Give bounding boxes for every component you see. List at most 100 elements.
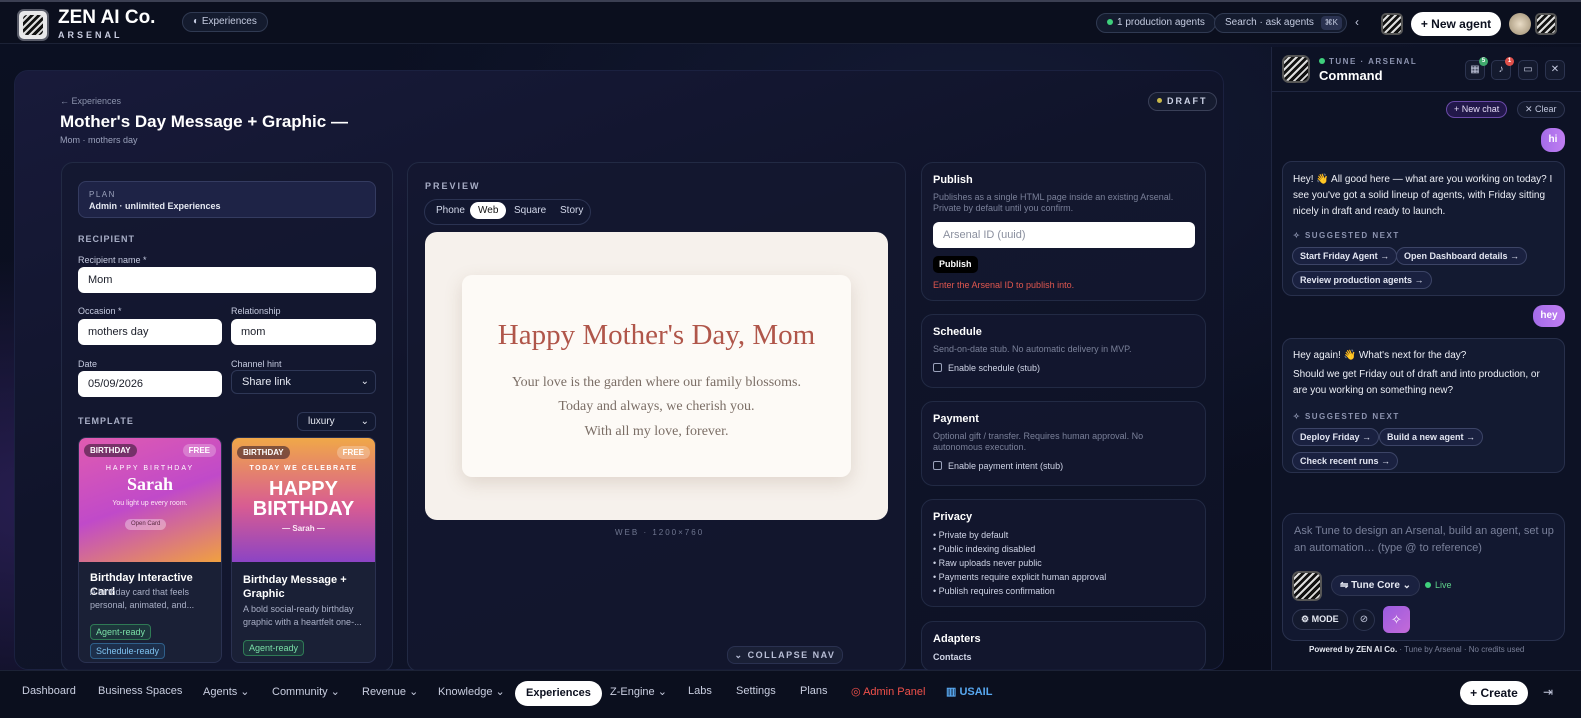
relationship-input[interactable]: mom	[231, 319, 376, 345]
back-link[interactable]: ← Experiences	[60, 96, 121, 106]
new-agent-button[interactable]: + New agent	[1411, 12, 1501, 36]
gear-icon: ⚙	[1301, 614, 1312, 624]
chat-input[interactable]: Ask Tune to design an Arsenal, build an …	[1294, 523, 1559, 557]
command-kicker: TUNE · ARSENAL	[1319, 57, 1417, 66]
plan-value: Admin · unlimited Experiences	[89, 201, 221, 211]
nav-admin-panel[interactable]: ◎ Admin Panel	[851, 685, 925, 698]
preview-label: PREVIEW	[425, 181, 481, 191]
plus-icon: +	[1420, 17, 1432, 31]
chevron-down-icon: ⌄	[1399, 580, 1412, 591]
page-subtitle: Mom · mothers day	[60, 135, 138, 145]
suggestion-start-friday[interactable]: Start Friday Agent →	[1292, 247, 1398, 265]
template-style-select[interactable]: luxury ⌄	[297, 412, 376, 431]
create-button[interactable]: + Create	[1460, 681, 1528, 705]
top-bar: ZEN AI Co. ARSENAL ◐ Experiences 1 produ…	[0, 0, 1581, 44]
channel-select[interactable]: Share link ⌄	[231, 370, 376, 394]
nav-usail[interactable]: ▥ USAIL	[946, 685, 992, 698]
date-input[interactable]: 05/09/2026	[78, 371, 222, 397]
chevron-down-icon: ⌄	[360, 416, 369, 427]
chevron-left-icon[interactable]: ‹	[1355, 15, 1359, 29]
tab-phone[interactable]: Phone	[436, 205, 465, 216]
search-shortcut: ⌘K	[1320, 16, 1342, 30]
send-button[interactable]: ✧	[1383, 606, 1410, 633]
nav-revenue[interactable]: Revenue ⌄	[362, 685, 418, 698]
close-icon: ✕	[1525, 104, 1536, 114]
arsenal-avatar[interactable]	[1535, 13, 1557, 35]
schedule-ready-chip: Schedule-ready	[90, 643, 166, 659]
suggestion-check-runs[interactable]: Check recent runs →	[1292, 452, 1399, 470]
channel-label: Channel hint	[231, 359, 282, 369]
template-thumbnail: BIRTHDAY FREE TODAY WE CELEBRATE HAPPY B…	[232, 438, 375, 562]
nav-knowledge[interactable]: Knowledge ⌄	[438, 685, 505, 698]
assistant-message-text: Hey! 👋 All good here — what are you work…	[1293, 174, 1553, 217]
plus-icon: +	[1470, 686, 1481, 700]
payment-checkbox[interactable]	[933, 461, 942, 470]
nav-experiences[interactable]: Experiences	[515, 681, 602, 706]
preview-line-3: With all my love, forever.	[584, 424, 729, 439]
attach-icon[interactable]: ⊘	[1353, 609, 1375, 631]
occasion-input[interactable]: mothers day	[78, 319, 222, 345]
live-indicator: Live	[1425, 580, 1452, 590]
command-header: TUNE · ARSENAL Command ▦ 5 ♪ 1 ▭ ✕	[1272, 47, 1581, 92]
nav-agents[interactable]: Agents ⌄	[203, 685, 250, 698]
status-dot-icon	[1107, 19, 1113, 25]
template-card-birthday-interactive[interactable]: BIRTHDAY FREE HAPPY BIRTHDAY Sarah You l…	[78, 437, 222, 663]
shield-icon: ◎	[851, 686, 864, 698]
close-icon[interactable]: ✕	[1545, 60, 1565, 80]
art-headline-1: HAPPY	[269, 478, 338, 500]
workspace-avatar[interactable]	[1381, 13, 1403, 35]
model-select[interactable]: ⇋ Tune Core ⌄	[1331, 575, 1421, 596]
agent-ready-chip: Agent-ready	[243, 640, 305, 656]
price-tag: FREE	[182, 444, 216, 457]
nav-business-spaces[interactable]: Business Spaces	[98, 685, 182, 697]
nav-labs[interactable]: Labs	[688, 685, 712, 697]
search-button[interactable]: Search · ask agents ⌘K	[1214, 13, 1347, 33]
assistant-message-text: Hey again! 👋 What's next for the day?	[1293, 350, 1467, 361]
art-headline-2: BIRTHDAY	[252, 498, 355, 520]
template-card-birthday-message[interactable]: BIRTHDAY FREE TODAY WE CELEBRATE HAPPY B…	[231, 437, 376, 663]
recipient-name-input[interactable]: Mom	[78, 267, 376, 293]
building-icon: ▥	[946, 686, 960, 698]
date-label: Date	[78, 359, 98, 369]
nav-plans[interactable]: Plans	[800, 685, 828, 697]
tab-web[interactable]: Web	[470, 202, 507, 219]
nav-settings[interactable]: Settings	[736, 685, 776, 697]
art-kicker: TODAY WE CELEBRATE	[249, 465, 358, 472]
nav-community[interactable]: Community ⌄	[272, 685, 340, 698]
publish-button[interactable]: Publish	[933, 256, 978, 273]
suggestion-deploy-friday[interactable]: Deploy Friday →	[1292, 428, 1380, 446]
tab-story[interactable]: Story	[560, 205, 583, 216]
payment-checkbox-label: Enable payment intent (stub)	[948, 461, 1064, 471]
window-icon[interactable]: ▭	[1518, 60, 1538, 80]
privacy-title: Privacy	[933, 511, 973, 523]
collapse-nav-button[interactable]: ⌄ COLLAPSE NAV	[727, 646, 843, 664]
publish-title: Publish	[933, 174, 973, 186]
production-agents-pill[interactable]: 1 production agents	[1096, 13, 1216, 33]
art-kicker: HAPPY BIRTHDAY	[105, 465, 195, 472]
user-avatar[interactable]	[1509, 13, 1531, 35]
nav-z-engine[interactable]: Z-Engine ⌄	[610, 685, 667, 698]
suggestion-open-dashboard[interactable]: Open Dashboard details →	[1396, 247, 1528, 265]
suggestion-build-agent[interactable]: Build a new agent →	[1379, 428, 1484, 446]
occasion-label: Occasion *	[78, 306, 122, 316]
schedule-desc: Send-on-date stub. No automatic delivery…	[933, 344, 1132, 354]
new-chat-button[interactable]: + New chat	[1446, 101, 1508, 118]
command-title: Command	[1319, 68, 1383, 83]
art-name: Sarah	[126, 474, 173, 494]
logout-icon[interactable]: ⇥	[1543, 685, 1553, 699]
tune-avatar	[1292, 571, 1322, 601]
schedule-checkbox[interactable]	[933, 363, 942, 372]
calendar-badge: 5	[1479, 57, 1488, 66]
sparkle-icon: ✧	[1391, 612, 1402, 627]
privacy-item: • Raw uploads never public	[933, 558, 1042, 568]
suggestion-review-production[interactable]: Review production agents →	[1292, 271, 1432, 289]
brand-name: ZEN AI Co.	[58, 7, 156, 28]
nav-dashboard[interactable]: Dashboard	[22, 685, 76, 697]
arsenal-id-input[interactable]: Arsenal ID (uuid)	[933, 222, 1195, 248]
clear-chat-button[interactable]: ✕ Clear	[1517, 101, 1565, 118]
brand-logo[interactable]	[17, 9, 49, 41]
tab-square[interactable]: Square	[514, 205, 546, 216]
mode-button[interactable]: ⚙ MODE	[1292, 609, 1348, 630]
experiences-breadcrumb[interactable]: ◐ Experiences	[182, 12, 268, 32]
chevron-down-icon: ⌄	[360, 376, 369, 387]
